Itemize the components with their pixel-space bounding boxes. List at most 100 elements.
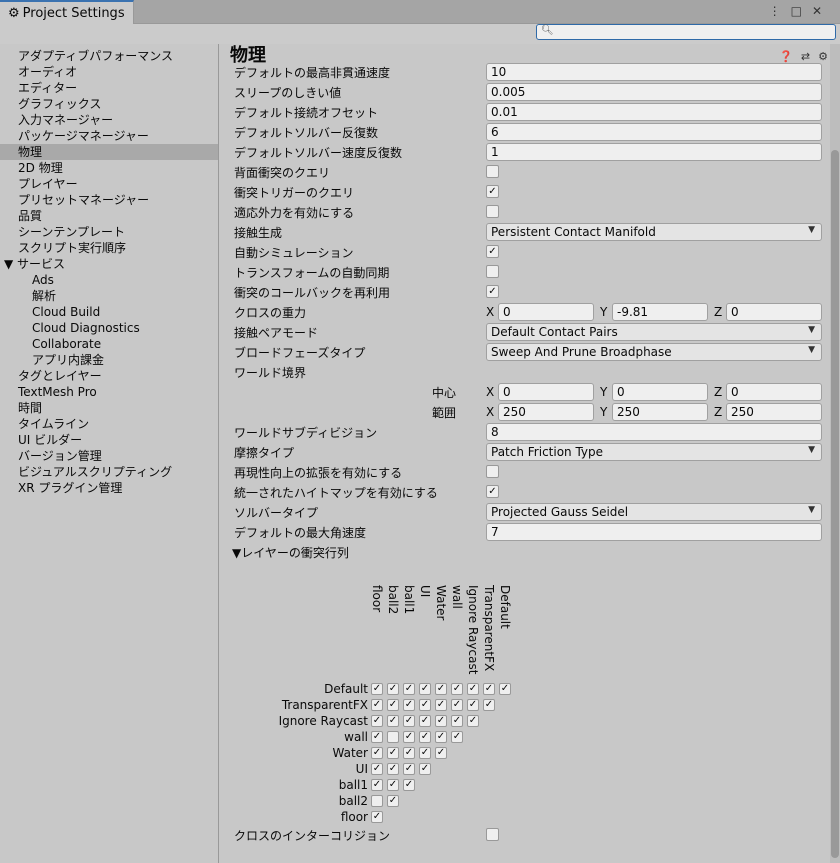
vector-y-input[interactable]: 0 — [612, 383, 708, 401]
vector-x-input[interactable]: 250 — [498, 403, 594, 421]
vertical-scrollbar[interactable] — [830, 44, 840, 863]
search-input[interactable]: 🔍︎ — [536, 24, 836, 40]
maximize-icon[interactable]: □ — [791, 4, 812, 18]
matrix-checkbox[interactable]: ✓ — [403, 715, 415, 727]
matrix-checkbox[interactable]: ✓ — [371, 683, 383, 695]
sidebar-item[interactable]: アプリ内課金 — [0, 352, 218, 368]
close-icon[interactable]: ✕ — [812, 4, 832, 18]
matrix-checkbox[interactable]: ✓ — [403, 699, 415, 711]
matrix-checkbox[interactable]: ✓ — [387, 715, 399, 727]
scrollbar-thumb[interactable] — [831, 150, 839, 858]
cloth-intercollision-checkbox[interactable] — [486, 828, 499, 841]
matrix-checkbox[interactable]: ✓ — [371, 731, 383, 743]
setting-checkbox[interactable]: ✓ — [486, 285, 499, 298]
vector-x-input[interactable]: 0 — [498, 383, 594, 401]
matrix-checkbox[interactable]: ✓ — [371, 715, 383, 727]
setting-dropdown[interactable]: Default Contact Pairs ▼ — [486, 323, 822, 341]
sidebar-item[interactable]: UI ビルダー — [0, 432, 218, 448]
sidebar-item[interactable]: タイムライン — [0, 416, 218, 432]
matrix-checkbox[interactable]: ✓ — [483, 683, 495, 695]
vector-x-input[interactable]: 0 — [498, 303, 594, 321]
sidebar-item[interactable]: アダプティブパフォーマンス — [0, 48, 218, 64]
setting-field[interactable]: 7 — [486, 523, 822, 541]
setting-checkbox[interactable] — [486, 465, 499, 478]
vector-y-input[interactable]: -9.81 — [612, 303, 708, 321]
matrix-checkbox[interactable]: ✓ — [371, 763, 383, 775]
sidebar-item[interactable]: Cloud Build — [0, 304, 218, 320]
setting-checkbox[interactable] — [486, 205, 499, 218]
setting-checkbox[interactable]: ✓ — [486, 245, 499, 258]
matrix-checkbox[interactable]: ✓ — [419, 715, 431, 727]
sidebar-item[interactable]: ▼ サービス — [0, 256, 218, 272]
matrix-checkbox[interactable]: ✓ — [419, 699, 431, 711]
project-settings-tab[interactable]: ⚙ Project Settings — [0, 0, 134, 25]
more-options-icon[interactable]: ⋮ — [769, 4, 791, 18]
sidebar-item[interactable]: TextMesh Pro — [0, 384, 218, 400]
sidebar-item[interactable]: Cloud Diagnostics — [0, 320, 218, 336]
matrix-checkbox[interactable]: ✓ — [419, 763, 431, 775]
vector-z-input[interactable]: 0 — [726, 383, 822, 401]
matrix-checkbox[interactable]: ✓ — [435, 699, 447, 711]
matrix-checkbox[interactable]: ✓ — [403, 763, 415, 775]
matrix-checkbox[interactable]: ✓ — [387, 795, 399, 807]
matrix-checkbox[interactable]: ✓ — [467, 715, 479, 727]
sidebar-item[interactable]: 2D 物理 — [0, 160, 218, 176]
matrix-checkbox[interactable]: ✓ — [371, 811, 383, 823]
setting-field[interactable]: 6 — [486, 123, 822, 141]
matrix-checkbox[interactable]: ✓ — [483, 699, 495, 711]
sidebar-item[interactable]: 時間 — [0, 400, 218, 416]
setting-field[interactable]: 0.005 — [486, 83, 822, 101]
setting-field[interactable]: 8 — [486, 423, 822, 441]
matrix-checkbox[interactable]: ✓ — [403, 683, 415, 695]
sidebar-item[interactable]: オーディオ — [0, 64, 218, 80]
sidebar-item[interactable]: スクリプト実行順序 — [0, 240, 218, 256]
matrix-checkbox[interactable]: ✓ — [387, 747, 399, 759]
sidebar-item[interactable]: 物理 — [0, 144, 218, 160]
matrix-checkbox[interactable]: ✓ — [403, 747, 415, 759]
matrix-checkbox[interactable]: ✓ — [435, 747, 447, 759]
matrix-checkbox[interactable]: ✓ — [371, 747, 383, 759]
sidebar-item[interactable]: エディター — [0, 80, 218, 96]
setting-field[interactable]: 10 — [486, 63, 822, 81]
sidebar-item[interactable]: タグとレイヤー — [0, 368, 218, 384]
setting-dropdown[interactable]: Patch Friction Type ▼ — [486, 443, 822, 461]
sidebar-item[interactable]: シーンテンプレート — [0, 224, 218, 240]
matrix-checkbox[interactable]: ✓ — [451, 699, 463, 711]
matrix-checkbox[interactable]: ✓ — [451, 731, 463, 743]
sidebar-item[interactable]: 解析 — [0, 288, 218, 304]
sidebar-item[interactable]: XR プラグイン管理 — [0, 480, 218, 496]
sidebar-item[interactable]: 入力マネージャー — [0, 112, 218, 128]
matrix-checkbox[interactable]: ✓ — [371, 699, 383, 711]
matrix-checkbox[interactable]: ✓ — [387, 763, 399, 775]
setting-dropdown[interactable]: Projected Gauss Seidel ▼ — [486, 503, 822, 521]
matrix-checkbox[interactable]: ✓ — [435, 683, 447, 695]
matrix-checkbox[interactable]: ✓ — [467, 699, 479, 711]
setting-dropdown[interactable]: Sweep And Prune Broadphase ▼ — [486, 343, 822, 361]
sidebar-item[interactable]: ビジュアルスクリプティング — [0, 464, 218, 480]
matrix-checkbox[interactable] — [371, 795, 383, 807]
sidebar-item[interactable]: 品質 — [0, 208, 218, 224]
matrix-checkbox[interactable]: ✓ — [451, 683, 463, 695]
matrix-checkbox[interactable]: ✓ — [387, 699, 399, 711]
matrix-checkbox[interactable]: ✓ — [403, 779, 415, 791]
sidebar-item[interactable]: パッケージマネージャー — [0, 128, 218, 144]
setting-field[interactable]: 0.01 — [486, 103, 822, 121]
matrix-checkbox[interactable]: ✓ — [371, 779, 383, 791]
setting-checkbox[interactable]: ✓ — [486, 185, 499, 198]
sidebar-item[interactable]: プリセットマネージャー — [0, 192, 218, 208]
sidebar-item[interactable]: Collaborate — [0, 336, 218, 352]
matrix-checkbox[interactable] — [387, 731, 399, 743]
vector-z-input[interactable]: 250 — [726, 403, 822, 421]
matrix-checkbox[interactable]: ✓ — [387, 683, 399, 695]
matrix-checkbox[interactable]: ✓ — [467, 683, 479, 695]
matrix-checkbox[interactable]: ✓ — [419, 747, 431, 759]
collision-matrix-header[interactable]: ▼レイヤーの衝突行列 — [232, 544, 349, 561]
matrix-checkbox[interactable]: ✓ — [419, 731, 431, 743]
vector-z-input[interactable]: 0 — [726, 303, 822, 321]
vector-y-input[interactable]: 250 — [612, 403, 708, 421]
sidebar-item[interactable]: グラフィックス — [0, 96, 218, 112]
sidebar-item[interactable]: バージョン管理 — [0, 448, 218, 464]
matrix-checkbox[interactable]: ✓ — [419, 683, 431, 695]
matrix-checkbox[interactable]: ✓ — [387, 779, 399, 791]
matrix-checkbox[interactable]: ✓ — [451, 715, 463, 727]
